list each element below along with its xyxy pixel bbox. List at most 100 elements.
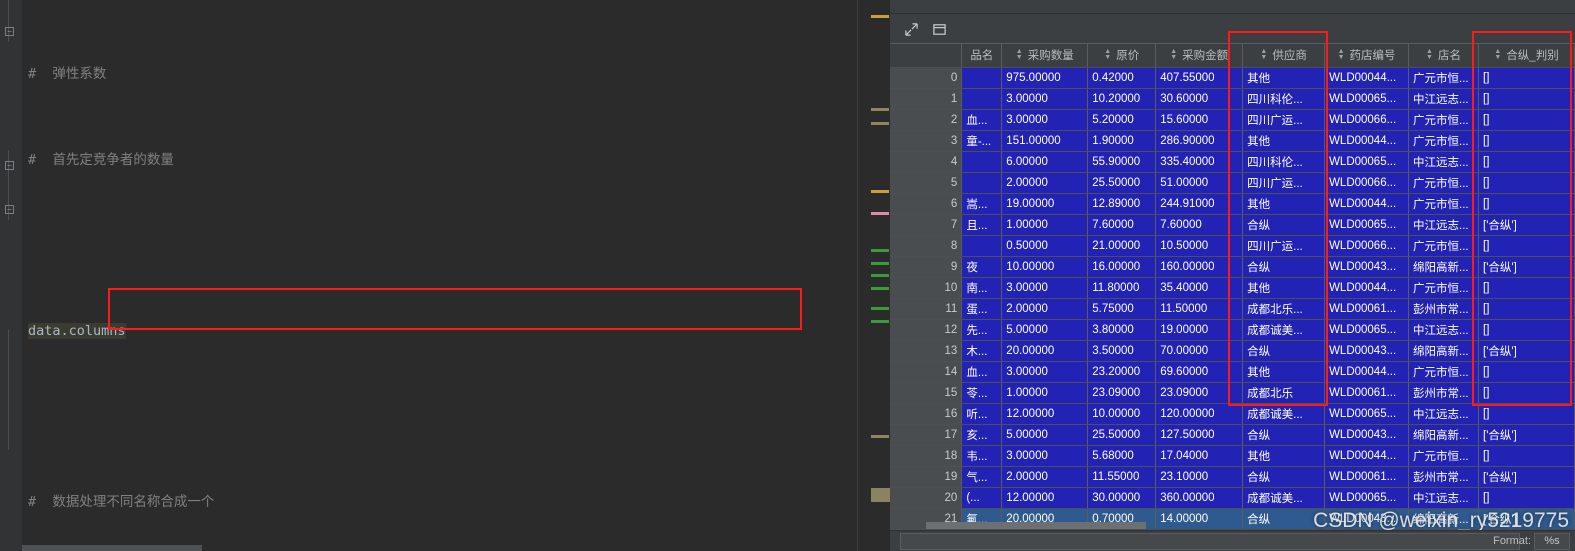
row-index-cell[interactable]: 5 — [890, 172, 963, 194]
editor-marker-strip[interactable] — [857, 0, 890, 551]
cell-store_no[interactable]: WLD00044... — [1324, 193, 1410, 215]
sort-arrows-icon[interactable]: ▲ ▼ — [1170, 48, 1177, 61]
cell-c1[interactable]: 苓... — [961, 382, 1003, 404]
cell-amount[interactable]: 286.90000 — [1155, 130, 1244, 152]
marker-error[interactable] — [871, 212, 889, 215]
table-row[interactable]: 14 血... 3.00000 23.20000 69.60000 其他 WLD00044.… — [890, 361, 1575, 383]
cell-store[interactable]: 广元市恒... — [1408, 235, 1479, 257]
cell-price[interactable]: 7.60000 — [1087, 214, 1157, 236]
cell-qty[interactable]: 6.00000 — [1001, 151, 1089, 173]
marker-warning[interactable] — [871, 190, 889, 193]
cell-flag[interactable]: [] — [1478, 172, 1575, 194]
cell-flag[interactable]: [] — [1478, 361, 1575, 383]
cell-store[interactable]: 中江远志... — [1408, 487, 1479, 509]
cell-price[interactable]: 11.80000 — [1087, 277, 1157, 299]
cell-amount[interactable]: 7.60000 — [1155, 214, 1244, 236]
table-row[interactable]: 5 2.00000 25.50000 51.00000 四川广运... WLD00066.… — [890, 172, 1575, 194]
cell-store_no[interactable]: WLD00065... — [1324, 88, 1410, 110]
cell-store_no[interactable]: WLD00044... — [1324, 445, 1410, 467]
cell-flag[interactable]: [] — [1478, 445, 1575, 467]
code-line[interactable]: # 首先定竞争者的数量 — [22, 150, 857, 171]
cell-vendor[interactable]: 其他 — [1242, 445, 1326, 467]
cell-flag[interactable]: [] — [1478, 403, 1575, 425]
cell-qty[interactable]: 2.00000 — [1001, 298, 1089, 320]
table-row[interactable]: 10 南... 3.00000 11.80000 35.40000 其他 WLD00044.… — [890, 277, 1575, 299]
cell-store_no[interactable]: WLD00043... — [1324, 424, 1410, 446]
row-index-cell[interactable]: 11 — [890, 298, 963, 320]
table-row[interactable]: 0 975.00000 0.42000 407.55000 其他 WLD00044... 广… — [890, 67, 1575, 89]
cell-price[interactable]: 5.20000 — [1087, 109, 1157, 131]
column-header-qty[interactable]: ▲ ▼ 采购数量 — [1001, 44, 1089, 68]
marker-todo[interactable] — [871, 435, 889, 438]
cell-price[interactable]: 5.75000 — [1087, 298, 1157, 320]
row-index-cell[interactable]: 1 — [890, 88, 963, 110]
cell-flag[interactable]: [] — [1478, 88, 1575, 110]
table-row[interactable]: 7 且... 1.00000 7.60000 7.60000 合纵 WLD00065... 中… — [890, 214, 1575, 236]
cell-flag[interactable]: [] — [1478, 151, 1575, 173]
marker-todo[interactable] — [871, 122, 889, 125]
cell-c1[interactable]: 童-... — [961, 130, 1003, 152]
cell-price[interactable]: 0.42000 — [1087, 67, 1157, 89]
cell-qty[interactable]: 5.00000 — [1001, 424, 1089, 446]
row-index-cell[interactable]: 15 — [890, 382, 963, 404]
cell-flag[interactable]: ['合纵'] — [1478, 340, 1575, 362]
cell-c1[interactable]: 夜 — [961, 256, 1003, 278]
cell-c1[interactable] — [961, 172, 1003, 194]
cell-c1[interactable]: 血... — [961, 361, 1003, 383]
cell-vendor[interactable]: 合纵 — [1242, 508, 1326, 530]
cell-c1[interactable]: 亥... — [961, 424, 1003, 446]
table-row[interactable]: 18 韦... 3.00000 5.68000 17.04000 其他 WLD00044..… — [890, 445, 1575, 467]
cell-store[interactable]: 广元市恒... — [1408, 109, 1479, 131]
cell-c1[interactable]: 南... — [961, 277, 1003, 299]
cell-vendor[interactable]: 成都北乐... — [1242, 298, 1326, 320]
cell-price[interactable]: 11.55000 — [1087, 466, 1157, 488]
row-index-cell[interactable]: 20 — [890, 487, 963, 509]
data-grid[interactable]: 品名 ▲ ▼ 采购数量 ▲ ▼ 原价 ▲ ▼ 采购金额 ▲ ▼ 供应商 ▲ ▼ 药店编号 ▲ ▼ 店名 ▲ ▼ 合纵_判别… — [890, 44, 1575, 530]
cell-qty[interactable]: 0.50000 — [1001, 235, 1089, 257]
cell-store[interactable]: 中江远志... — [1408, 403, 1479, 425]
cell-store_no[interactable]: WLD00065... — [1324, 487, 1410, 509]
cell-qty[interactable]: 12.00000 — [1001, 403, 1089, 425]
cell-vendor[interactable]: 四川广运... — [1242, 109, 1326, 131]
cell-amount[interactable]: 407.55000 — [1155, 67, 1244, 89]
row-index-cell[interactable]: 18 — [890, 445, 963, 467]
cell-c1[interactable]: 嵩... — [961, 193, 1003, 215]
sort-arrows-icon[interactable]: ▲ ▼ — [1016, 48, 1023, 61]
table-row[interactable]: 9 夜 10.00000 16.00000 160.00000 合纵 WLD00043...… — [890, 256, 1575, 278]
column-header-store[interactable]: ▲ ▼ 店名 — [1408, 44, 1479, 68]
cell-store[interactable]: 广元市恒... — [1408, 67, 1479, 89]
cell-c1[interactable] — [961, 235, 1003, 257]
row-index-cell[interactable]: 0 — [890, 67, 963, 89]
row-index-cell[interactable]: 17 — [890, 424, 963, 446]
cell-flag[interactable]: [] — [1478, 277, 1575, 299]
table-row[interactable]: 1 3.00000 10.20000 30.60000 四川科伦... WLD00065.… — [890, 88, 1575, 110]
code-line[interactable]: # 数据处理不同名称合成一个 — [22, 492, 857, 513]
code-line-blank[interactable] — [22, 407, 857, 428]
code-line-blank[interactable] — [22, 235, 857, 256]
cell-qty[interactable]: 3.00000 — [1001, 277, 1089, 299]
cell-c1[interactable] — [961, 67, 1003, 89]
cell-store_no[interactable]: WLD00065... — [1324, 151, 1410, 173]
marker-warning[interactable] — [871, 15, 889, 18]
cell-vendor[interactable]: 其他 — [1242, 67, 1326, 89]
cell-amount[interactable]: 17.04000 — [1155, 445, 1244, 467]
cell-store_no[interactable]: WLD00043... — [1324, 256, 1410, 278]
cell-store_no[interactable]: WLD00066... — [1324, 172, 1410, 194]
cell-store[interactable]: 广元市恒... — [1408, 130, 1479, 152]
table-row[interactable]: 8 0.50000 21.00000 10.50000 四川广运... WLD00066.… — [890, 235, 1575, 257]
table-row[interactable]: 13 木... 20.00000 3.50000 70.00000 合纵 WLD00043.… — [890, 340, 1575, 362]
open-in-new-icon[interactable] — [899, 18, 923, 40]
table-row[interactable]: 4 6.00000 55.90000 335.40000 四川科伦... WLD00065… — [890, 151, 1575, 173]
cell-store_no[interactable]: WLD00061... — [1324, 382, 1410, 404]
cell-price[interactable]: 3.50000 — [1087, 340, 1157, 362]
cell-amount[interactable]: 30.60000 — [1155, 88, 1244, 110]
header-row[interactable]: 品名 ▲ ▼ 采购数量 ▲ ▼ 原价 ▲ ▼ 采购金额 ▲ ▼ 供应商 ▲ ▼ 药店编号 ▲ ▼ 店名 ▲ ▼ 合纵_判别 — [890, 44, 1575, 68]
table-row[interactable]: 2 血... 3.00000 5.20000 15.60000 四川广运... WLD000… — [890, 109, 1575, 131]
fold-marker-2[interactable]: − — [5, 161, 14, 170]
cell-store[interactable]: 广元市恒... — [1408, 361, 1479, 383]
sort-arrows-icon[interactable]: ▲ ▼ — [1260, 48, 1267, 61]
cell-vendor[interactable]: 其他 — [1242, 130, 1326, 152]
cell-price[interactable]: 55.90000 — [1087, 151, 1157, 173]
cell-flag[interactable]: ['合纵'] — [1478, 508, 1575, 530]
cell-vendor[interactable]: 合纵 — [1242, 466, 1326, 488]
